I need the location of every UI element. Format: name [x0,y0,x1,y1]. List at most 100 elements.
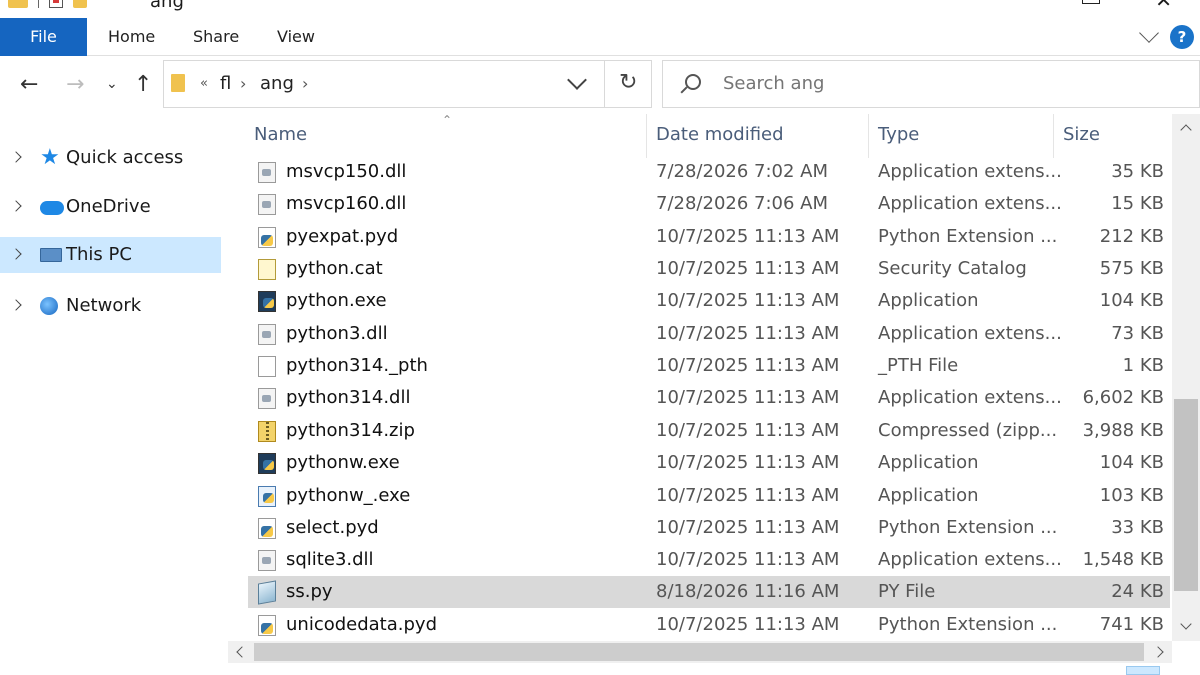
breadcrumb-separator-icon[interactable]: › [302,74,308,93]
horizontal-scroll-thumb[interactable] [254,643,1144,661]
recent-locations-chevron-icon[interactable]: ⌄ [106,76,118,92]
refresh-icon[interactable]: ↻ [619,70,637,95]
new-folder-icon[interactable] [73,0,87,8]
file-row[interactable]: python314.zip 10/7/2025 11:13 AM Compres… [248,415,1170,447]
expand-chevron-icon[interactable] [10,200,22,212]
dll-file-icon [258,162,276,183]
column-divider[interactable] [1053,114,1054,158]
nav-item-network[interactable]: Network [0,288,221,324]
scroll-down-icon[interactable] [1180,618,1192,630]
file-row[interactable]: select.pyd 10/7/2025 11:13 AM Python Ext… [248,512,1170,544]
up-arrow-icon[interactable]: ↑ [134,72,152,97]
column-header-type[interactable]: Type [878,124,919,145]
dll-file-icon [258,194,276,215]
search-box[interactable] [662,60,1200,108]
address-dropdown-icon[interactable] [567,70,587,90]
breadcrumb-overflow[interactable]: « [200,76,208,91]
search-input[interactable] [723,73,1123,94]
file-date: 7/28/2026 7:06 AM [656,193,829,214]
file-size: 73 KB [1111,323,1164,344]
breadcrumb-separator-icon[interactable]: › [240,74,246,93]
expand-chevron-icon[interactable] [10,151,22,163]
nav-item-onedrive[interactable]: OneDrive [0,189,221,225]
file-date: 10/7/2025 11:13 AM [656,290,840,311]
file-name: python314._pth [286,355,428,376]
navigation-pane: ★ Quick access OneDrive This PC Network [0,114,224,675]
column-divider[interactable] [868,114,869,158]
file-row[interactable]: python3.dll 10/7/2025 11:13 AM Applicati… [248,318,1170,350]
file-size: 35 KB [1111,161,1164,182]
dll-file-icon [258,324,276,345]
file-row[interactable]: sqlite3.dll 10/7/2025 11:13 AM Applicati… [248,544,1170,576]
back-arrow-icon[interactable]: ← [20,72,38,97]
expand-ribbon-chevron-icon[interactable] [1139,23,1159,43]
file-name: python314.zip [286,420,415,441]
forward-arrow-icon[interactable]: → [66,72,84,97]
tab-file[interactable]: File [0,18,87,56]
file-date: 10/7/2025 11:13 AM [656,452,840,473]
tab-view[interactable]: View [277,18,315,56]
nav-item-this-pc[interactable]: This PC [0,237,221,273]
nav-item-quick-access[interactable]: ★ Quick access [0,140,221,176]
file-row[interactable]: pythonw.exe 10/7/2025 11:13 AM Applicati… [248,447,1170,479]
column-header-size[interactable]: Size [1063,124,1100,145]
file-row-selected[interactable]: ss.py 8/18/2026 11:16 AM PY File 24 KB [248,576,1170,608]
file-row[interactable]: python314._pth 10/7/2025 11:13 AM _PTH F… [248,350,1170,382]
python-extension-icon [258,615,276,636]
file-type: Application [878,485,979,506]
file-row[interactable]: python.exe 10/7/2025 11:13 AM Applicatio… [248,285,1170,317]
close-icon[interactable]: ✕ [1155,0,1172,12]
file-name: msvcp150.dll [286,161,407,182]
column-header-name[interactable]: Name [254,124,307,145]
file-row[interactable]: msvcp160.dll 7/28/2026 7:06 AM Applicati… [248,188,1170,220]
file-type: Application [878,290,979,311]
address-bar[interactable]: « fl › ang › ↻ [163,60,652,108]
nav-item-label: This PC [66,244,132,265]
file-type: Application [878,452,979,473]
file-date: 10/7/2025 11:13 AM [656,355,840,376]
nav-item-label: OneDrive [66,196,151,217]
file-row[interactable]: unicodedata.pyd 10/7/2025 11:13 AM Pytho… [248,609,1170,641]
file-row[interactable]: pyexpat.pyd 10/7/2025 11:13 AM Python Ex… [248,221,1170,253]
file-date: 10/7/2025 11:13 AM [656,226,840,247]
details-view-toggle-icon[interactable] [1126,666,1160,675]
python-extension-icon [258,518,276,539]
properties-icon[interactable] [49,0,63,8]
file-row[interactable]: python314.dll 10/7/2025 11:13 AM Applica… [248,382,1170,414]
column-header-date[interactable]: Date modified [656,124,784,145]
tab-share[interactable]: Share [193,18,239,56]
breadcrumb-ang[interactable]: ang [260,73,294,94]
expand-chevron-icon[interactable] [10,299,22,311]
file-name: msvcp160.dll [286,193,407,214]
scroll-right-icon[interactable] [1152,646,1164,658]
file-size: 212 KB [1099,226,1164,247]
tab-home[interactable]: Home [108,18,155,56]
column-divider[interactable] [646,114,647,158]
scroll-up-icon[interactable] [1180,124,1192,136]
file-type: Compressed (zipp... [878,420,1058,441]
file-size: 104 KB [1099,290,1164,311]
python-exe-icon [258,291,276,312]
sort-ascending-icon: ⌃ [442,114,453,127]
vertical-scrollbar[interactable] [1172,114,1200,641]
file-name: pythonw.exe [286,452,400,473]
file-date: 8/18/2026 11:16 AM [656,581,840,602]
quick-access-toolbar [8,0,87,8]
security-catalog-icon [258,259,276,280]
breadcrumb-fl[interactable]: fl [220,73,231,94]
file-date: 10/7/2025 11:13 AM [656,420,840,441]
horizontal-scrollbar[interactable] [228,641,1172,663]
python-exe-icon [258,453,276,474]
blank-file-icon [258,356,276,377]
file-name: pythonw_.exe [286,485,411,506]
vertical-scroll-thumb[interactable] [1174,399,1198,591]
file-row[interactable]: pythonw_.exe 10/7/2025 11:13 AM Applicat… [248,480,1170,512]
expand-chevron-icon[interactable] [10,248,22,260]
file-row[interactable]: python.cat 10/7/2025 11:13 AM Security C… [248,253,1170,285]
maximize-icon[interactable] [1082,0,1100,4]
help-icon[interactable]: ? [1170,25,1194,49]
file-row[interactable]: msvcp150.dll 7/28/2026 7:02 AM Applicati… [248,156,1170,188]
scroll-left-icon[interactable] [236,646,248,658]
zip-file-icon [258,421,276,442]
file-type: Security Catalog [878,258,1027,279]
